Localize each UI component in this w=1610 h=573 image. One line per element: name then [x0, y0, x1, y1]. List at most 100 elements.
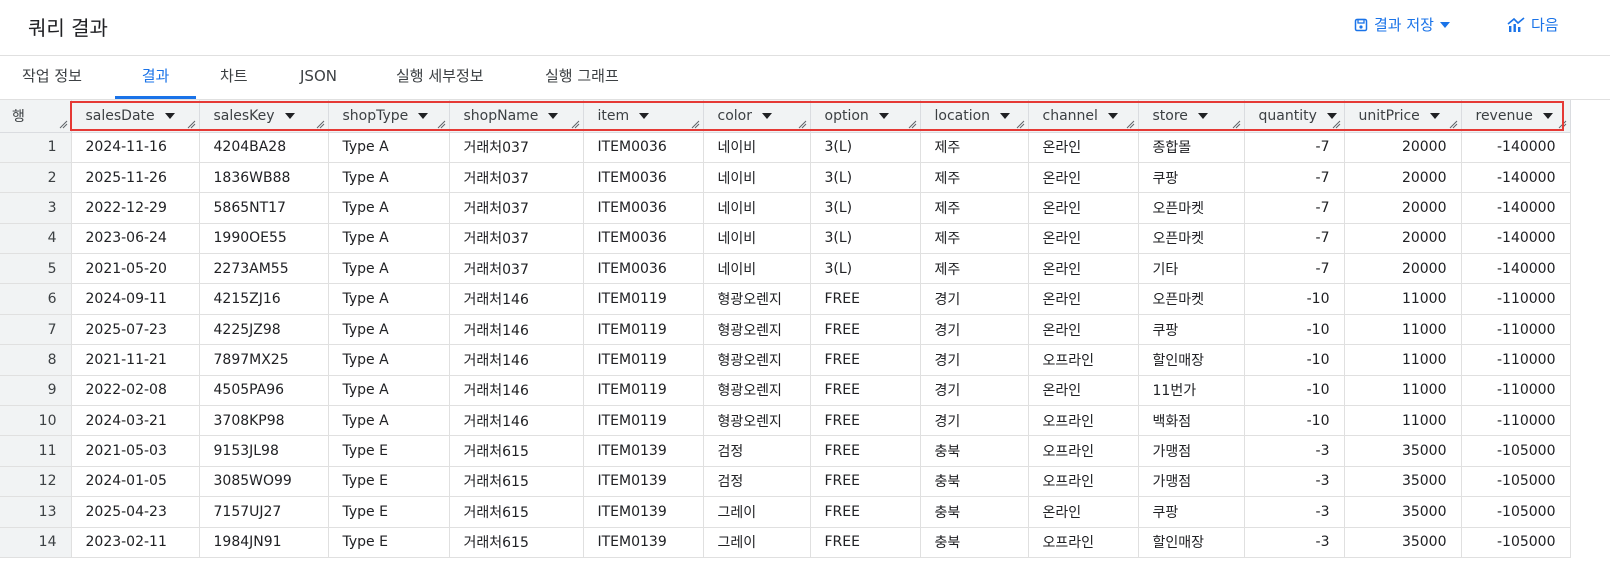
column-header-saleskey[interactable]: salesKey [199, 100, 329, 133]
table-cell-channel[interactable]: 온라인 [1028, 496, 1139, 528]
table-cell-color[interactable]: 형광오렌지 [703, 405, 811, 437]
table-cell-channel[interactable]: 오프라인 [1028, 435, 1139, 467]
table-cell-channel[interactable]: 온라인 [1028, 283, 1139, 315]
column-header-quantity[interactable]: quantity [1244, 100, 1345, 133]
table-cell-revenue[interactable]: -105000 [1461, 527, 1571, 558]
table-row[interactable]: 4 2023-06-24 1990OE55 Type A 거래처037 ITEM0036 네… [0, 223, 1571, 255]
table-cell-color[interactable]: 네이비 [703, 192, 811, 224]
table-cell-salesdate[interactable]: 2023-02-11 [71, 527, 200, 558]
table-cell-revenue[interactable]: -105000 [1461, 466, 1571, 498]
table-cell-channel[interactable]: 온라인 [1028, 223, 1139, 255]
table-cell-shopname[interactable]: 거래처037 [449, 192, 584, 224]
resize-grip-icon[interactable] [1332, 120, 1341, 129]
table-cell-shoptype[interactable]: Type E [328, 527, 450, 558]
table-cell-option[interactable]: FREE [810, 314, 921, 346]
column-menu-caret-icon[interactable] [639, 112, 650, 119]
table-cell-option[interactable]: FREE [810, 527, 921, 558]
table-cell-color[interactable]: 형광오렌지 [703, 344, 811, 376]
table-cell-saleskey[interactable]: 7897MX25 [199, 344, 329, 376]
table-cell-saleskey[interactable]: 1990OE55 [199, 223, 329, 255]
table-cell-revenue[interactable]: -110000 [1461, 375, 1571, 407]
table-cell-quantity[interactable]: -3 [1244, 466, 1345, 498]
table-cell-shoptype[interactable]: Type A [328, 192, 450, 224]
table-row[interactable]: 13 2025-04-23 7157UJ27 Type E 거래처615 ITEM0139… [0, 496, 1571, 528]
table-cell-salesdate[interactable]: 2023-06-24 [71, 223, 200, 255]
tab-results[interactable]: 결과 [115, 56, 196, 99]
table-cell-channel[interactable]: 온라인 [1028, 192, 1139, 224]
table-cell-channel[interactable]: 온라인 [1028, 253, 1139, 285]
resize-grip-icon[interactable] [59, 120, 68, 129]
table-cell-location[interactable]: 충북 [920, 496, 1029, 528]
table-cell-item[interactable]: ITEM0119 [583, 314, 704, 346]
table-cell-saleskey[interactable]: 1836WB88 [199, 162, 329, 194]
table-cell-quantity[interactable]: -10 [1244, 283, 1345, 315]
column-menu-caret-icon[interactable] [418, 112, 429, 119]
table-cell-shoptype[interactable]: Type A [328, 132, 450, 163]
table-cell-shopname[interactable]: 거래처146 [449, 314, 584, 346]
table-cell-item[interactable]: ITEM0139 [583, 527, 704, 558]
tab-job-info[interactable]: 작업 정보 [22, 56, 82, 99]
table-cell-color[interactable]: 그레이 [703, 496, 811, 528]
table-cell-location[interactable]: 경기 [920, 344, 1029, 376]
table-row[interactable]: 8 2021-11-21 7897MX25 Type A 거래처146 ITEM0119 형… [0, 344, 1571, 376]
table-cell-option[interactable]: FREE [810, 405, 921, 437]
resize-grip-icon[interactable] [187, 120, 196, 129]
table-cell-shopname[interactable]: 거래처615 [449, 527, 584, 558]
tab-execution-graph[interactable]: 실행 그래프 [545, 56, 619, 99]
table-cell-saleskey[interactable]: 7157UJ27 [199, 496, 329, 528]
table-cell-store[interactable]: 오픈마켓 [1138, 283, 1245, 315]
table-cell-channel[interactable]: 온라인 [1028, 375, 1139, 407]
table-cell-unitprice[interactable]: 35000 [1344, 527, 1462, 558]
table-cell-store[interactable]: 할인매장 [1138, 344, 1245, 376]
table-cell-unitprice[interactable]: 20000 [1344, 162, 1462, 194]
table-cell-shopname[interactable]: 거래처615 [449, 466, 584, 498]
table-cell-revenue[interactable]: -140000 [1461, 223, 1571, 255]
resize-grip-icon[interactable] [316, 120, 325, 129]
table-cell-salesdate[interactable]: 2021-05-20 [71, 253, 200, 285]
table-row[interactable]: 10 2024-03-21 3708KP98 Type A 거래처146 ITEM0119… [0, 405, 1571, 437]
table-cell-shopname[interactable]: 거래처615 [449, 496, 584, 528]
table-cell-shopname[interactable]: 거래처037 [449, 223, 584, 255]
table-cell-option[interactable]: FREE [810, 283, 921, 315]
table-cell-unitprice[interactable]: 20000 [1344, 223, 1462, 255]
table-cell-color[interactable]: 형광오렌지 [703, 283, 811, 315]
column-header-option[interactable]: option [810, 100, 921, 133]
table-row[interactable]: 7 2025-07-23 4225JZ98 Type A 거래처146 ITEM0119 형… [0, 314, 1571, 346]
table-cell-salesdate[interactable]: 2024-11-16 [71, 132, 200, 163]
column-menu-caret-icon[interactable] [1197, 112, 1208, 119]
tab-chart[interactable]: 차트 [220, 56, 248, 99]
table-cell-channel[interactable]: 온라인 [1028, 314, 1139, 346]
table-cell-salesdate[interactable]: 2022-12-29 [71, 192, 200, 224]
table-cell-unitprice[interactable]: 35000 [1344, 435, 1462, 467]
table-cell-color[interactable]: 네이비 [703, 162, 811, 194]
column-menu-caret-icon[interactable] [1542, 112, 1553, 119]
table-cell-unitprice[interactable]: 11000 [1344, 283, 1462, 315]
table-cell-unitprice[interactable]: 20000 [1344, 132, 1462, 163]
table-cell-revenue[interactable]: -105000 [1461, 496, 1571, 528]
table-cell-revenue[interactable]: -140000 [1461, 162, 1571, 194]
column-header-item[interactable]: item [583, 100, 704, 133]
table-cell-revenue[interactable]: -140000 [1461, 132, 1571, 163]
column-header-unitprice[interactable]: unitPrice [1344, 100, 1462, 133]
table-cell-shoptype[interactable]: Type A [328, 283, 450, 315]
table-cell-quantity[interactable]: -10 [1244, 344, 1345, 376]
table-row[interactable]: 14 2023-02-11 1984JN91 Type E 거래처615 ITEM0139… [0, 527, 1571, 558]
table-cell-item[interactable]: ITEM0119 [583, 405, 704, 437]
column-menu-caret-icon[interactable] [1000, 112, 1011, 119]
column-header-shopname[interactable]: shopName [449, 100, 584, 133]
column-header-revenue[interactable]: revenue [1461, 100, 1571, 133]
table-cell-shoptype[interactable]: Type A [328, 344, 450, 376]
table-cell-location[interactable]: 경기 [920, 375, 1029, 407]
table-cell-shoptype[interactable]: Type E [328, 466, 450, 498]
table-cell-shoptype[interactable]: Type E [328, 435, 450, 467]
table-cell-channel[interactable]: 오프라인 [1028, 405, 1139, 437]
table-cell-quantity[interactable]: -7 [1244, 132, 1345, 163]
table-cell-saleskey[interactable]: 5865NT17 [199, 192, 329, 224]
resize-grip-icon[interactable] [691, 120, 700, 129]
tab-execution-details[interactable]: 실행 세부정보 [396, 56, 484, 99]
table-row[interactable]: 11 2021-05-03 9153JL98 Type E 거래처615 ITEM0139… [0, 435, 1571, 467]
table-cell-shopname[interactable]: 거래처037 [449, 162, 584, 194]
table-cell-option[interactable]: FREE [810, 496, 921, 528]
table-cell-quantity[interactable]: -10 [1244, 314, 1345, 346]
table-cell-item[interactable]: ITEM0139 [583, 496, 704, 528]
